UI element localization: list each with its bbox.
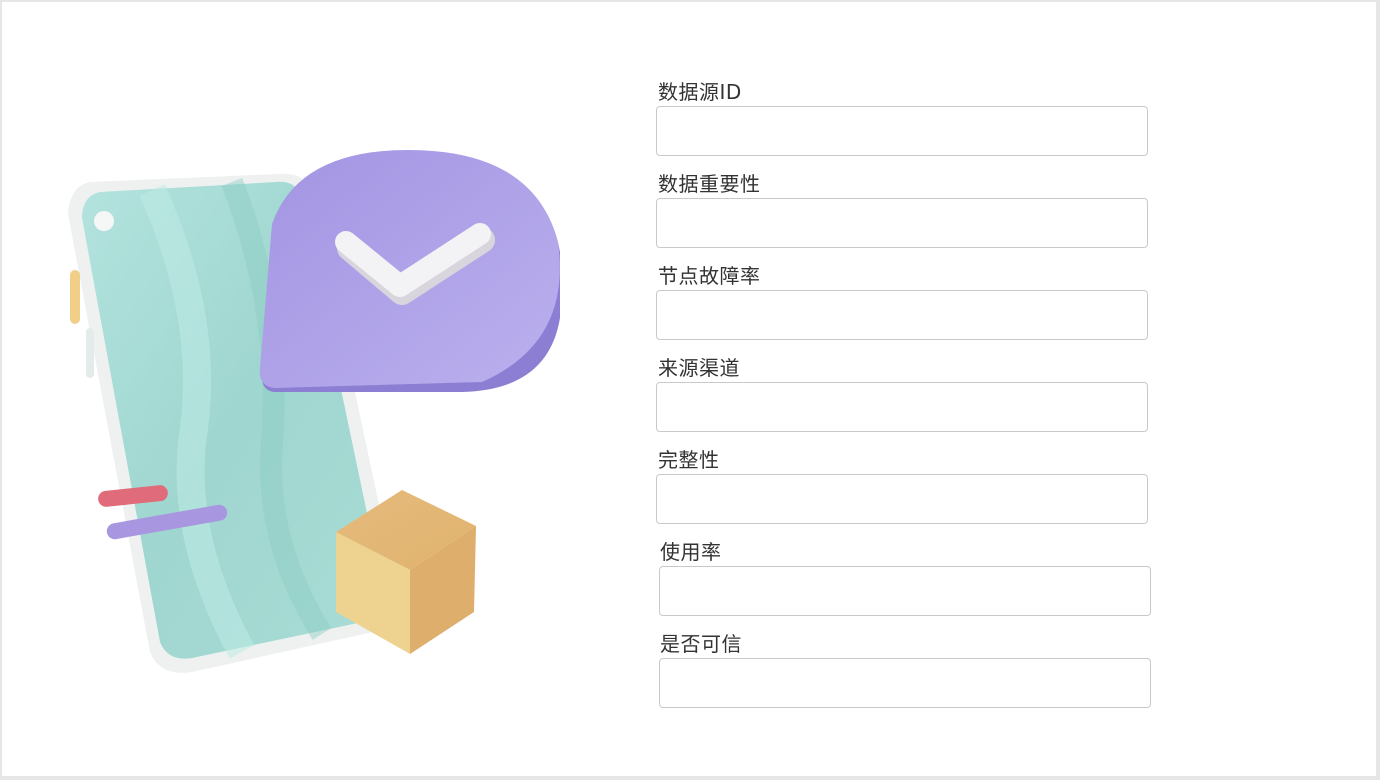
completeness-input[interactable] xyxy=(656,474,1148,524)
field-completeness: 完整性 xyxy=(656,446,1152,538)
usage-rate-input[interactable] xyxy=(659,566,1151,616)
trustworthy-input[interactable] xyxy=(659,658,1151,708)
data-source-id-input[interactable] xyxy=(656,106,1148,156)
field-usage-rate: 使用率 xyxy=(656,538,1152,630)
field-trustworthy: 是否可信 xyxy=(656,630,1152,722)
source-channel-input[interactable] xyxy=(656,382,1148,432)
field-source-channel: 来源渠道 xyxy=(656,354,1152,446)
data-source-form: 数据源ID 数据重要性 节点故障率 来源渠道 完整性 使用率 是否可信 xyxy=(656,78,1152,722)
trustworthy-label: 是否可信 xyxy=(660,632,742,656)
field-data-source-id: 数据源ID xyxy=(656,78,1152,170)
field-data-importance: 数据重要性 xyxy=(656,170,1152,262)
data-importance-label: 数据重要性 xyxy=(658,172,761,196)
usage-rate-label: 使用率 xyxy=(660,540,722,564)
source-channel-label: 来源渠道 xyxy=(658,356,740,380)
phone-checkmark-illustration xyxy=(68,150,560,673)
field-node-failure-rate: 节点故障率 xyxy=(656,262,1152,354)
node-failure-rate-label: 节点故障率 xyxy=(658,264,761,288)
page-frame: 数据源ID 数据重要性 节点故障率 来源渠道 完整性 使用率 是否可信 xyxy=(2,2,1376,776)
checkmark-bubble-icon xyxy=(259,150,560,392)
completeness-label: 完整性 xyxy=(658,448,720,472)
data-source-id-label: 数据源ID xyxy=(658,80,742,104)
node-failure-rate-input[interactable] xyxy=(656,290,1148,340)
data-importance-input[interactable] xyxy=(656,198,1148,248)
